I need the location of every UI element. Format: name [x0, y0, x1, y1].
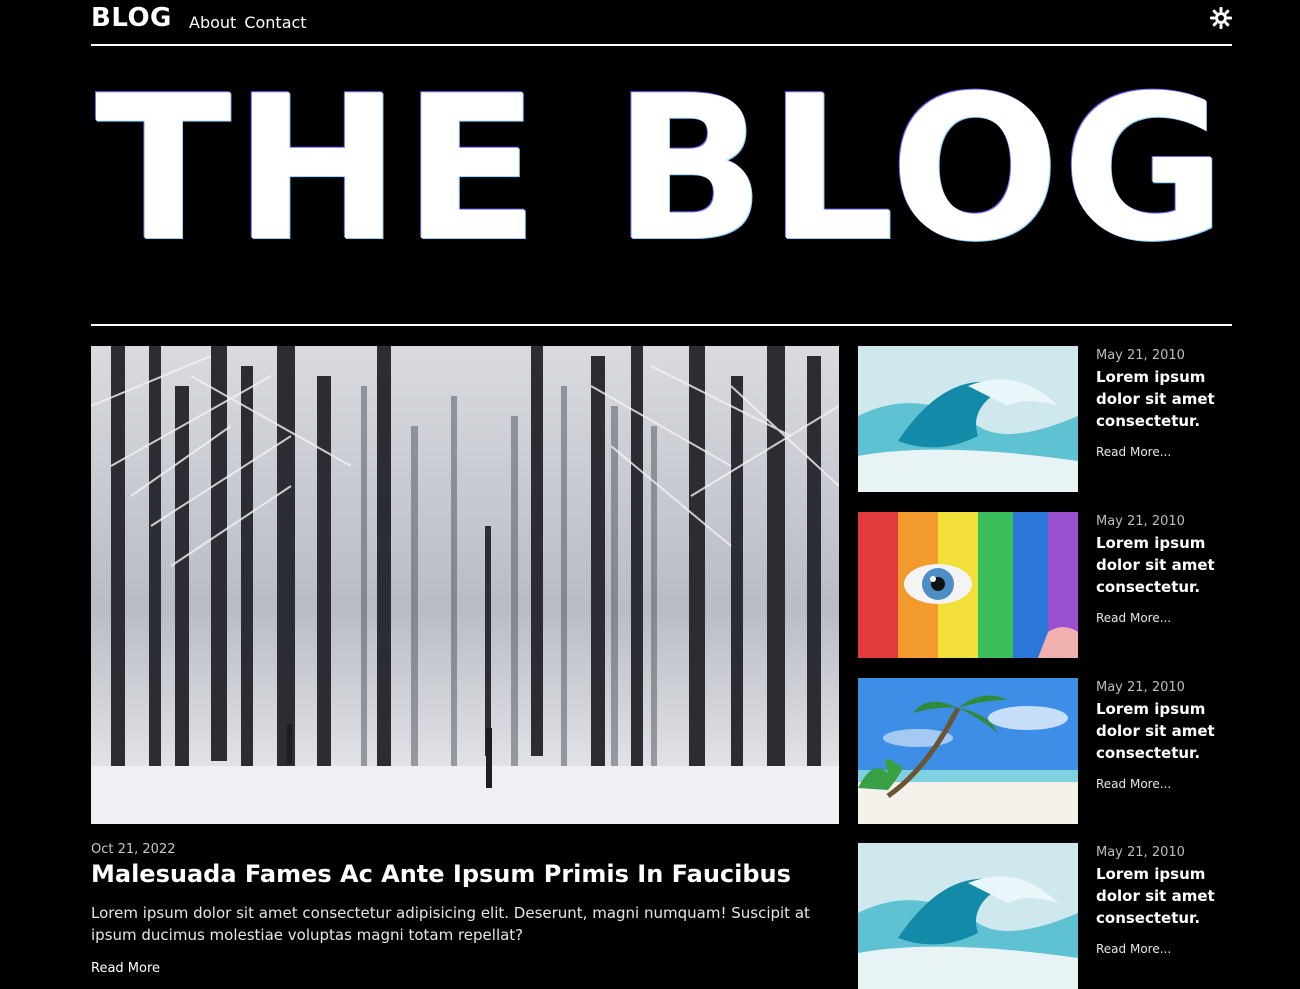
top-nav: BLOG About Contact [91, 0, 1232, 44]
sidebar-post-title[interactable]: Lorem ipsum dolor sit amet consectetur. [1096, 532, 1226, 598]
sidebar-post-title[interactable]: Lorem ipsum dolor sit amet consectetur. [1096, 698, 1226, 764]
header-divider [91, 44, 1232, 46]
hero-divider [91, 324, 1232, 326]
sidebar-post: May 21, 2010 Lorem ipsum dolor sit amet … [858, 512, 1232, 658]
page: BLOG About Contact THE BLOG Oct 21, 2022… [0, 0, 1300, 989]
sidebar-post-thumbnail[interactable] [858, 678, 1078, 824]
sidebar-post-date: May 21, 2010 [1096, 348, 1185, 363]
featured-post-title[interactable]: Malesuada Fames Ac Ante Ipsum Primis In … [91, 860, 791, 888]
sidebar-post: May 21, 2010 Lorem ipsum dolor sit amet … [858, 678, 1232, 824]
theme-toggle-button[interactable] [1210, 7, 1232, 29]
featured-post-excerpt: Lorem ipsum dolor sit amet consectetur a… [91, 904, 810, 944]
site-logo[interactable]: BLOG [91, 3, 172, 33]
sidebar-read-more-link[interactable]: Read More... [1096, 942, 1171, 956]
featured-post-date: Oct 21, 2022 [91, 842, 176, 857]
sidebar-post-title[interactable]: Lorem ipsum dolor sit amet consectetur. [1096, 366, 1226, 432]
nav-link-about[interactable]: About [189, 13, 236, 32]
hero-title: THE BLOG [95, 53, 1228, 286]
wave-image [858, 843, 1078, 989]
wave-image [858, 346, 1078, 492]
sidebar-read-more-link[interactable]: Read More... [1096, 611, 1171, 625]
beach-palm-image [858, 678, 1078, 824]
painted-face-image [858, 512, 1078, 658]
sidebar-post-date: May 21, 2010 [1096, 845, 1185, 860]
sidebar-read-more-link[interactable]: Read More... [1096, 445, 1171, 459]
sidebar-post-title[interactable]: Lorem ipsum dolor sit amet consectetur. [1096, 863, 1226, 929]
sidebar-post: May 21, 2010 Lorem ipsum dolor sit amet … [858, 843, 1232, 989]
nav-links: About Contact [189, 13, 307, 32]
nav-link-contact[interactable]: Contact [244, 13, 306, 32]
sidebar-post-thumbnail[interactable] [858, 512, 1078, 658]
sidebar-post-date: May 21, 2010 [1096, 680, 1185, 695]
sidebar-post: May 21, 2010 Lorem ipsum dolor sit amet … [858, 346, 1232, 492]
sidebar-post-thumbnail[interactable] [858, 346, 1078, 492]
featured-post-image[interactable] [91, 346, 839, 824]
sidebar-post-date: May 21, 2010 [1096, 514, 1185, 529]
snowy-forest-image [91, 346, 839, 824]
sidebar-read-more-link[interactable]: Read More... [1096, 777, 1171, 791]
featured-read-more-link[interactable]: Read More [91, 961, 160, 976]
sun-icon [1210, 7, 1232, 29]
sidebar-post-thumbnail[interactable] [858, 843, 1078, 989]
